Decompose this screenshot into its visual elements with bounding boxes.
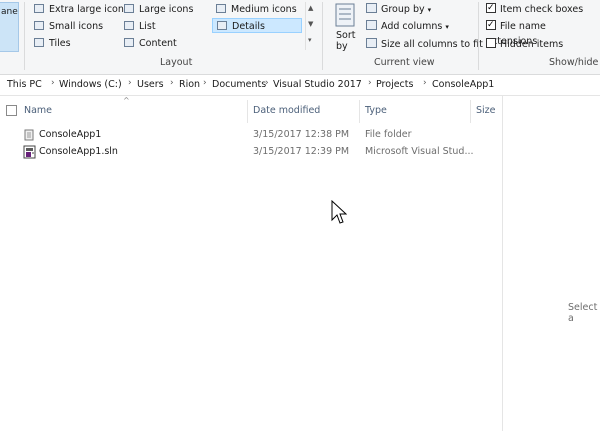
- folder-icon: [24, 129, 34, 141]
- layout-content[interactable]: Content: [124, 36, 177, 51]
- file-name-extensions-toggle[interactable]: File name extensions: [486, 18, 600, 47]
- address-bar[interactable]: This PC › Windows (C:) › Users › Rion › …: [0, 75, 600, 96]
- details-icon: [217, 21, 227, 30]
- breadcrumb-users[interactable]: Users: [137, 79, 164, 90]
- breadcrumb-consoleapp1[interactable]: ConsoleApp1: [432, 79, 494, 90]
- column-divider[interactable]: [359, 100, 360, 123]
- sort-by-label: Sort: [336, 30, 356, 41]
- breadcrumb-visual-studio-2017[interactable]: Visual Studio 2017: [273, 79, 362, 90]
- checkbox-checked-icon: [486, 1, 496, 16]
- sort-by-label-2: by: [336, 41, 348, 52]
- layout-gallery-scroll[interactable]: ▲ ▼ ▾: [305, 2, 319, 50]
- hidden-items-toggle[interactable]: Hidden items: [486, 37, 563, 52]
- small-icons-icon: [34, 21, 44, 30]
- layout-large-icons[interactable]: Large icons: [124, 2, 193, 17]
- chevron-down-icon: ▾: [445, 23, 449, 31]
- column-divider[interactable]: [470, 100, 471, 123]
- add-columns-icon: [366, 20, 377, 30]
- current-view-group-label: Current view: [374, 57, 435, 68]
- breadcrumb-projects[interactable]: Projects: [376, 79, 413, 90]
- checkbox-checked-icon: [486, 18, 496, 33]
- column-header-type[interactable]: Type: [365, 103, 387, 119]
- breadcrumb-documents[interactable]: Documents: [212, 79, 266, 90]
- size-columns-button[interactable]: Size all columns to fit: [366, 37, 483, 52]
- breadcrumb-windows-c[interactable]: Windows (C:): [59, 79, 122, 90]
- hidden-items-label: Hidden items: [500, 39, 564, 50]
- ribbon: ane Extra large icons Large icons Medium…: [0, 0, 600, 75]
- item-check-boxes-toggle[interactable]: Item check boxes: [486, 1, 584, 17]
- checkbox-unchecked-icon: [6, 105, 17, 116]
- show-hide-group-label: Show/hide: [549, 57, 599, 68]
- group-by-icon: [366, 3, 377, 13]
- chevron-right-icon[interactable]: ›: [265, 78, 269, 88]
- content-icon: [124, 38, 134, 47]
- column-header-date-modified[interactable]: Date modified: [253, 103, 320, 119]
- column-header-name[interactable]: Name: [24, 103, 52, 119]
- column-divider[interactable]: [247, 100, 248, 123]
- file-type: File folder: [365, 129, 412, 140]
- checkbox-unchecked-icon: [486, 38, 496, 48]
- layout-item-label: Medium icons: [231, 4, 297, 15]
- large-icons-icon: [124, 4, 134, 13]
- extra-large-icons-icon: [34, 4, 44, 13]
- ribbon-separator: [478, 2, 479, 70]
- ribbon-separator: [322, 2, 323, 70]
- item-check-boxes-label: Item check boxes: [500, 4, 584, 15]
- layout-item-label: Tiles: [49, 38, 71, 49]
- layout-medium-icons[interactable]: Medium icons: [216, 2, 297, 17]
- tiles-icon: [34, 38, 44, 47]
- layout-item-label: List: [139, 21, 156, 32]
- file-name: ConsoleApp1.sln: [39, 146, 118, 157]
- chevron-right-icon[interactable]: ›: [170, 78, 174, 88]
- expand-gallery-icon[interactable]: ▾: [308, 36, 312, 44]
- layout-list[interactable]: List: [124, 19, 156, 34]
- layout-extra-large-icons[interactable]: Extra large icons: [34, 2, 129, 17]
- layout-small-icons[interactable]: Small icons: [34, 19, 103, 34]
- layout-item-label: Details: [232, 21, 265, 32]
- pane-button-label: ane: [1, 7, 18, 17]
- file-type: Microsoft Visual Stud...: [365, 146, 474, 157]
- sort-ascending-icon: ^: [123, 96, 130, 105]
- breadcrumb-rion[interactable]: Rion: [179, 79, 200, 90]
- layout-group-label: Layout: [160, 57, 193, 68]
- file-date-modified: 3/15/2017 12:39 PM: [253, 146, 350, 157]
- layout-item-label: Large icons: [139, 4, 194, 15]
- layout-details[interactable]: Details: [212, 18, 302, 33]
- column-header-size[interactable]: Size: [476, 103, 496, 119]
- layout-item-label: Content: [139, 38, 177, 49]
- chevron-right-icon[interactable]: ›: [51, 78, 55, 88]
- chevron-down-icon: ▾: [427, 6, 432, 14]
- chevron-right-icon[interactable]: ›: [128, 78, 132, 88]
- medium-icons-icon: [216, 4, 226, 13]
- mouse-cursor-icon: [331, 200, 347, 224]
- select-all-checkbox[interactable]: [6, 105, 21, 118]
- file-name: ConsoleApp1: [39, 129, 102, 140]
- chevron-right-icon[interactable]: ›: [423, 78, 427, 88]
- file-row[interactable]: ConsoleApp1.sln 3/15/2017 12:39 PM Micro…: [0, 144, 500, 160]
- details-pane-message: Select a: [568, 302, 598, 324]
- add-columns-button[interactable]: Add columns ▾: [366, 19, 449, 34]
- list-icon: [124, 21, 134, 30]
- chevron-right-icon[interactable]: ›: [203, 78, 207, 88]
- group-by-label: Group by: [381, 4, 425, 15]
- ribbon-separator: [24, 2, 25, 70]
- sort-by-icon: [335, 3, 355, 27]
- pane-button[interactable]: ane: [0, 2, 19, 52]
- group-by-button[interactable]: Group by ▾: [366, 2, 431, 17]
- layout-item-label: Small icons: [49, 21, 104, 32]
- details-pane-divider[interactable]: [502, 96, 503, 431]
- file-row[interactable]: ConsoleApp1 3/15/2017 12:38 PM File fold…: [0, 127, 500, 143]
- add-columns-label: Add columns: [381, 21, 443, 32]
- size-columns-label: Size all columns to fit: [381, 39, 483, 50]
- chevron-right-icon[interactable]: ›: [368, 78, 372, 88]
- layout-item-label: Extra large icons: [49, 4, 129, 15]
- scroll-down-icon[interactable]: ▼: [308, 20, 313, 28]
- scroll-up-icon[interactable]: ▲: [308, 4, 313, 12]
- layout-tiles[interactable]: Tiles: [34, 36, 71, 51]
- visual-studio-solution-icon: [23, 145, 36, 159]
- file-date-modified: 3/15/2017 12:38 PM: [253, 129, 350, 140]
- sort-by-button[interactable]: Sort by: [333, 2, 357, 52]
- breadcrumb-this-pc[interactable]: This PC: [7, 79, 42, 90]
- size-columns-icon: [366, 38, 377, 48]
